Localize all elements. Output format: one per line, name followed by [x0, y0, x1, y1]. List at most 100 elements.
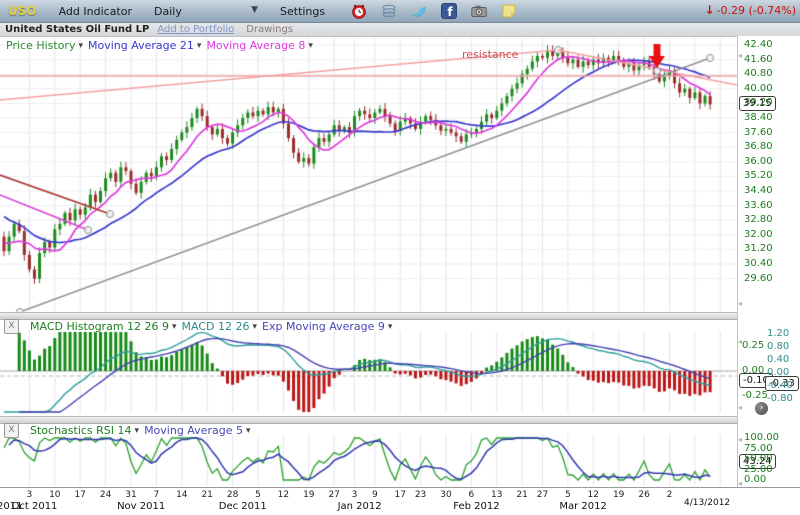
- timeframe-dropdown[interactable]: Daily ▼: [154, 5, 258, 18]
- price-axis-tick: 40.80: [744, 68, 773, 79]
- date-tick-label: 3: [20, 490, 38, 500]
- price-axis-tick: 37.60: [744, 127, 773, 138]
- stoch-axis-tick: 50.00: [744, 453, 773, 464]
- date-tick-label: 13: [488, 490, 506, 500]
- date-tick-label: 17: [71, 490, 89, 500]
- chevron-down-icon: ▾: [246, 426, 251, 436]
- date-tick-label: 23: [412, 490, 430, 500]
- price-axis-tick: 29.60: [744, 273, 773, 284]
- subheader: United States Oil Fund LP Add to Portfol…: [0, 23, 800, 37]
- axis-collapse-icon: ◂: [738, 435, 742, 444]
- price-axis-tick: 35.20: [744, 170, 773, 181]
- stoch-axis-tick: 25.00: [744, 464, 773, 475]
- chevron-down-icon: ▾: [172, 322, 177, 332]
- price-axis-tick: 32.80: [744, 214, 773, 225]
- end-date-label: 4/13/2012: [684, 498, 730, 508]
- chevron-down-icon: ▾: [197, 41, 202, 51]
- drawings-button[interactable]: Drawings: [246, 24, 293, 35]
- toolbar: USO Add Indicator Daily ▼ Settings f ↓ -…: [0, 0, 800, 23]
- symbol-badge: USO: [8, 4, 37, 18]
- chevron-down-icon: ▾: [78, 41, 83, 51]
- date-tick-label: 24: [97, 490, 115, 500]
- price-axis-tick: 40.00: [744, 83, 773, 94]
- price-axis-tick: 36.00: [744, 156, 773, 167]
- macd-line-axis-tick: 0.00: [767, 367, 789, 378]
- chevron-down-icon: ▾: [253, 322, 258, 332]
- date-tick-label: 6: [462, 490, 480, 500]
- price-history-dropdown[interactable]: Price History ▾: [6, 39, 83, 52]
- macd-legend: X MACD Histogram 12 26 9 ▾ MACD 12 26 ▾ …: [4, 319, 392, 334]
- ma8-dropdown[interactable]: Moving Average 8 ▾: [206, 39, 312, 52]
- axis-collapse-icon: ◂: [738, 299, 742, 308]
- chevron-down-icon: ▾: [388, 322, 393, 332]
- ma8-label: Moving Average 8: [206, 39, 305, 52]
- axis-collapse-icon: ◂: [738, 337, 742, 346]
- stoch-axis-tick: 75.00: [744, 443, 773, 454]
- price-axis-tick: 33.60: [744, 200, 773, 211]
- resistance-annotation[interactable]: resistance: [462, 48, 518, 61]
- axis-collapse-icon: ◂: [738, 51, 742, 60]
- date-tick-label: 19: [300, 490, 318, 500]
- date-tick-label: 12: [274, 490, 292, 500]
- macd-label: MACD 12 26: [182, 320, 250, 333]
- date-tick-label: 27: [325, 490, 343, 500]
- add-indicator-button[interactable]: Add Indicator: [59, 5, 132, 18]
- stoch-rsi-dropdown[interactable]: Stochastics RSI 14 ▾: [30, 424, 139, 437]
- macd-line-axis-tick: 1.20: [767, 328, 789, 339]
- date-tick-label: 10: [46, 490, 64, 500]
- date-tick-label: 21: [198, 490, 216, 500]
- stoch-axis-tick: 100.00: [744, 432, 779, 443]
- settings-button[interactable]: Settings: [280, 5, 325, 18]
- ma5-label: Moving Average 5: [144, 424, 243, 437]
- date-month-label: Oct 2011: [8, 501, 60, 512]
- price-axis-tick: 34.40: [744, 185, 773, 196]
- facebook-icon[interactable]: f: [441, 3, 457, 19]
- macd-line-axis-tick: -0.40: [767, 380, 793, 391]
- down-arrow-icon: ↓: [704, 3, 714, 17]
- macd-close-button[interactable]: X: [4, 319, 19, 334]
- app-window: USO Add Indicator Daily ▼ Settings f ↓ -…: [0, 0, 800, 515]
- ema9-label: Exp Moving Average 9: [262, 320, 385, 333]
- date-axis[interactable]: 2011 4/13/2012 3101724317142128512192739…: [0, 487, 800, 515]
- ma5-dropdown[interactable]: Moving Average 5 ▾: [144, 424, 250, 437]
- macd-histogram-label: MACD Histogram 12 26 9: [30, 320, 169, 333]
- ema9-dropdown[interactable]: Exp Moving Average 9 ▾: [262, 320, 392, 333]
- date-month-label: Feb 2012: [450, 501, 502, 512]
- camera-icon[interactable]: [471, 3, 487, 19]
- ma21-dropdown[interactable]: Moving Average 21 ▾: [88, 39, 201, 52]
- alarm-icon[interactable]: [351, 3, 367, 19]
- axis-collapse-icon: ◂: [738, 479, 742, 488]
- price-history-label: Price History: [6, 39, 75, 52]
- date-tick-label: 19: [610, 490, 628, 500]
- price-axis-tick: 32.00: [744, 229, 773, 240]
- twitter-icon[interactable]: [411, 3, 427, 19]
- note-icon[interactable]: [501, 3, 517, 19]
- price-axis-tick: 41.60: [744, 54, 773, 65]
- date-tick-label: 27: [533, 490, 551, 500]
- change-text: -0.29 (-0.74%): [717, 4, 796, 17]
- add-to-portfolio-link[interactable]: Add to Portfolio: [157, 24, 234, 35]
- stoch-close-button[interactable]: X: [4, 423, 19, 438]
- date-tick-label: 12: [584, 490, 602, 500]
- price-axis-tick: 36.80: [744, 141, 773, 152]
- date-tick-label: 14: [173, 490, 191, 500]
- chevron-down-icon: ▾: [135, 426, 140, 436]
- date-tick-label: 17: [391, 490, 409, 500]
- date-tick-label: 28: [224, 490, 242, 500]
- chevron-down-icon: ▼: [251, 5, 258, 18]
- date-tick-label: 7: [147, 490, 165, 500]
- date-month-label: Nov 2011: [115, 501, 167, 512]
- macd-hist-axis-tick: 0.00: [742, 365, 764, 376]
- chevron-down-icon: ▾: [308, 41, 313, 51]
- macd-dropdown[interactable]: MACD 12 26 ▾: [182, 320, 258, 333]
- macd-hist-axis-tick: 0.25: [742, 340, 764, 351]
- date-month-label: Jan 2012: [334, 501, 386, 512]
- coins-icon[interactable]: [381, 3, 397, 19]
- stoch-legend: X Stochastics RSI 14 ▾ Moving Average 5 …: [4, 423, 251, 438]
- macd-line-axis-tick: 0.80: [767, 341, 789, 352]
- macd-histogram-dropdown[interactable]: MACD Histogram 12 26 9 ▾: [30, 320, 177, 333]
- price-axis-tick: 31.20: [744, 243, 773, 254]
- date-tick-label: 9: [366, 490, 384, 500]
- date-tick-label: 21: [513, 490, 531, 500]
- macd-line-axis-tick: 0.40: [767, 354, 789, 365]
